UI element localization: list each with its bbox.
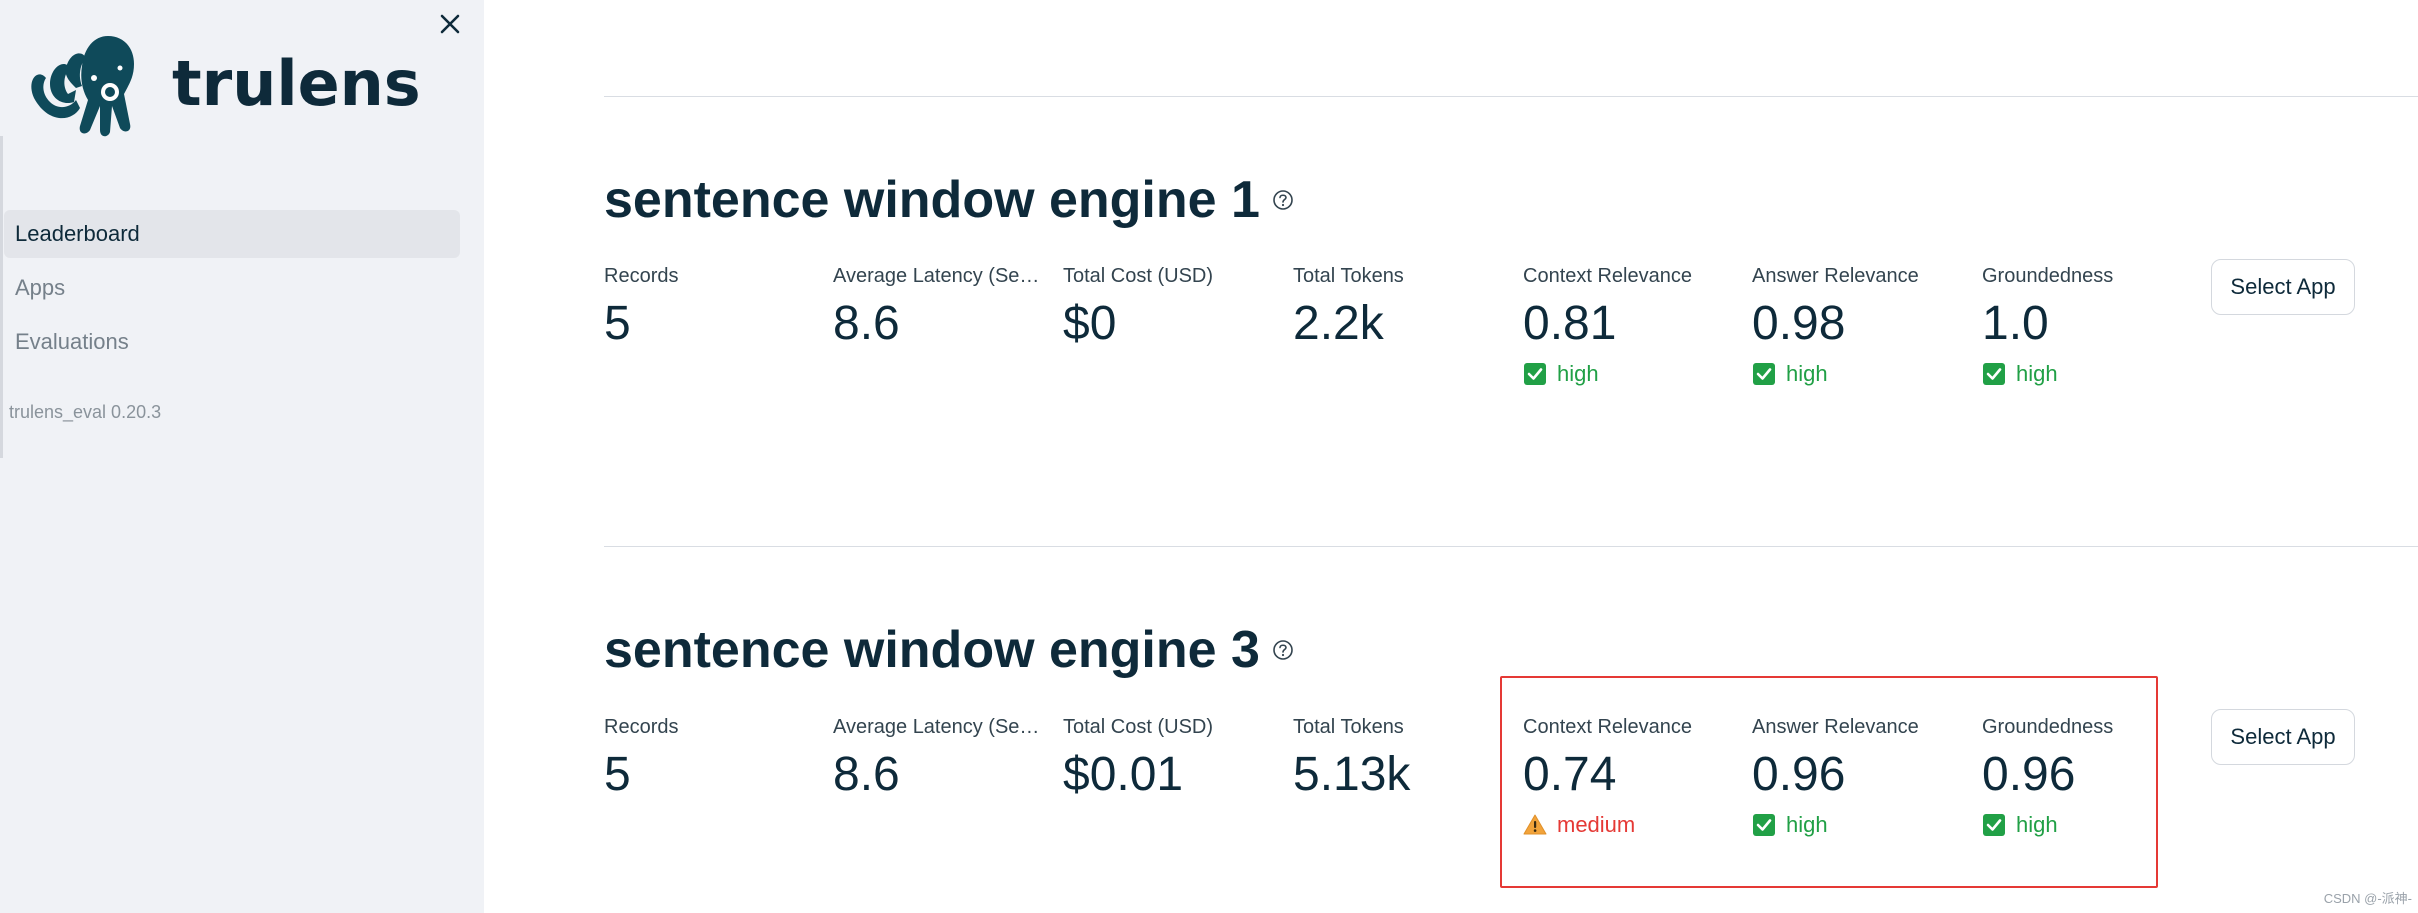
metric-value: 2.2k [1293, 297, 1384, 350]
select-app-button[interactable]: Select App [2211, 709, 2355, 765]
help-circle-icon[interactable] [1272, 189, 1294, 211]
metric-label: Answer Relevance [1752, 265, 1919, 287]
metric-label: Context Relevance [1523, 265, 1692, 287]
check-square-icon [1982, 813, 2006, 837]
badge-label: high [1557, 361, 1599, 386]
metric-label: Records [604, 716, 679, 738]
metric-label: Context Relevance [1523, 716, 1692, 738]
metric-label: Groundedness [1982, 716, 2114, 738]
metric-value: 5.13k [1293, 748, 1411, 801]
status-badge: high [1523, 361, 1733, 387]
help-circle-icon[interactable] [1272, 639, 1294, 661]
version-label: trulens_eval 0.20.3 [9, 402, 162, 422]
warning-triangle-icon [1523, 813, 1547, 837]
status-badge: high [1982, 361, 2192, 387]
metric-average-latency: Average Latency (Seconds) 8.6 [833, 716, 1043, 802]
metric-label: Total Tokens [1293, 265, 1404, 287]
sidebar-item-leaderboard[interactable]: Leaderboard [4, 210, 460, 258]
section-divider [604, 546, 2418, 547]
metric-value: 1.0 [1982, 297, 2049, 350]
badge-label: high [2016, 812, 2058, 837]
metric-value: 8.6 [833, 748, 900, 801]
metric-value: 0.96 [1982, 748, 2076, 801]
metric-total-cost: Total Cost (USD) $0.01 [1063, 716, 1273, 802]
squid-logo-icon [31, 36, 134, 137]
sidebar-item-evaluations[interactable]: Evaluations [4, 318, 460, 366]
metric-value: 0.81 [1523, 297, 1617, 350]
metric-groundedness: Groundedness 0.96 high [1982, 716, 2192, 838]
status-badge: high [1982, 812, 2192, 838]
metric-value: $0.01 [1063, 748, 1184, 801]
metric-context-relevance: Context Relevance 0.74 medium [1523, 716, 1733, 838]
select-app-button[interactable]: Select App [2211, 259, 2355, 315]
check-square-icon [1982, 362, 2006, 386]
app-title: sentence window engine 1 [604, 170, 1294, 230]
metric-label: Average Latency (Seconds) [833, 265, 1043, 287]
metric-total-tokens: Total Tokens 5.13k [1293, 716, 1503, 802]
badge-label: high [1786, 361, 1828, 386]
app-title-text: sentence window engine 3 [604, 621, 1260, 679]
metric-context-relevance: Context Relevance 0.81 high [1523, 265, 1733, 387]
badge-label: medium [1557, 812, 1636, 837]
metric-answer-relevance: Answer Relevance 0.98 high [1752, 265, 1962, 387]
logo-text: trulens [172, 46, 421, 120]
metric-total-cost: Total Cost (USD) $0 [1063, 265, 1273, 351]
check-square-icon [1752, 813, 1776, 837]
leaderboard-main: sentence window engine 1 Records 5 Avera… [484, 0, 2418, 913]
metric-average-latency: Average Latency (Seconds) 8.6 [833, 265, 1043, 351]
app-title-text: sentence window engine 1 [604, 171, 1260, 229]
metric-label: Answer Relevance [1752, 716, 1919, 738]
metric-value: $0 [1063, 297, 1117, 350]
metric-label: Records [604, 265, 679, 287]
metric-label: Total Cost (USD) [1063, 265, 1214, 287]
metric-value: 0.98 [1752, 297, 1846, 350]
trulens-logo: trulens [20, 28, 421, 138]
metric-value: 5 [604, 297, 631, 350]
metric-label: Total Tokens [1293, 716, 1404, 738]
badge-label: high [1786, 812, 1828, 837]
check-square-icon [1752, 362, 1776, 386]
metric-value: 0.74 [1523, 748, 1617, 801]
metric-value: 8.6 [833, 297, 900, 350]
badge-label: high [2016, 361, 2058, 386]
sidebar-nav: Leaderboard Apps Evaluations [4, 210, 460, 372]
metric-label: Groundedness [1982, 265, 2114, 287]
metric-records: Records 5 [604, 265, 814, 351]
sidebar-resize-handle[interactable] [0, 136, 3, 458]
app-title: sentence window engine 3 [604, 620, 1294, 680]
metric-answer-relevance: Answer Relevance 0.96 high [1752, 716, 1962, 838]
check-square-icon [1523, 362, 1547, 386]
close-sidebar-button[interactable] [432, 6, 468, 42]
sidebar: trulens Leaderboard Apps Evaluations tru… [0, 0, 484, 913]
status-badge: high [1752, 361, 1962, 387]
section-divider [604, 96, 2418, 97]
metric-value: 0.96 [1752, 748, 1846, 801]
sidebar-item-apps[interactable]: Apps [4, 264, 460, 312]
status-badge: medium [1523, 812, 1733, 838]
metric-value: 5 [604, 748, 631, 801]
watermark: CSDN @-派神- [2323, 891, 2412, 906]
metric-label: Average Latency (Seconds) [833, 716, 1043, 738]
close-icon [440, 14, 460, 34]
metric-total-tokens: Total Tokens 2.2k [1293, 265, 1503, 351]
metric-groundedness: Groundedness 1.0 high [1982, 265, 2192, 387]
metric-label: Total Cost (USD) [1063, 716, 1214, 738]
status-badge: high [1752, 812, 1962, 838]
metric-records: Records 5 [604, 716, 814, 802]
